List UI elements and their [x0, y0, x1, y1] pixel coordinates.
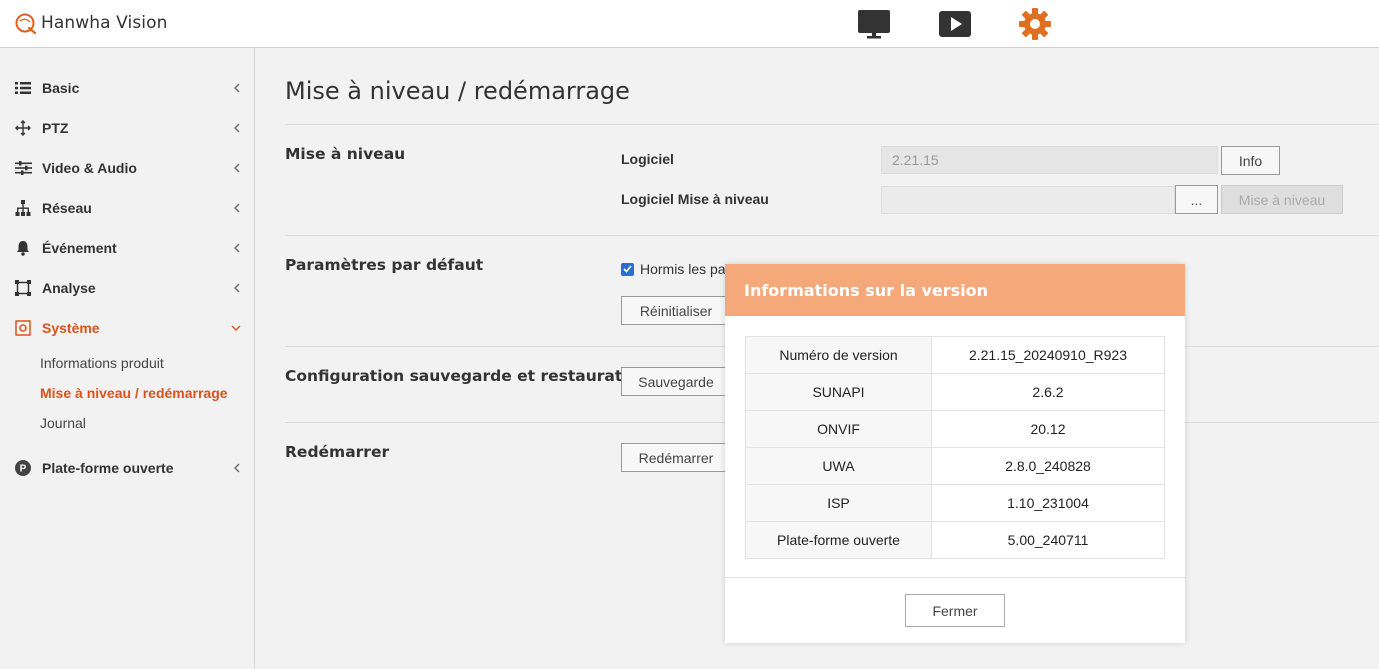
software-label: Logiciel	[621, 151, 674, 167]
chevron-left-icon	[230, 462, 242, 474]
svg-text:P: P	[20, 464, 27, 475]
playback-icon[interactable]	[937, 6, 973, 42]
version-key: Plate-forme ouverte	[745, 521, 932, 559]
restart-button[interactable]: Redémarrer	[621, 443, 731, 472]
system-icon	[14, 319, 32, 337]
browse-button[interactable]: ...	[1175, 185, 1218, 214]
brand-name: Hanwha Vision	[41, 13, 168, 33]
sidebar-item-label: Réseau	[42, 200, 92, 216]
version-key: Numéro de version	[745, 336, 932, 374]
table-row: SUNAPI 2.6.2	[745, 373, 1165, 411]
sidebar-item-event[interactable]: Événement	[0, 230, 254, 266]
sidebar-item-network[interactable]: Réseau	[0, 190, 254, 226]
sidebar-item-label: Événement	[42, 240, 117, 256]
divider	[285, 235, 1379, 236]
chevron-left-icon	[230, 82, 242, 94]
sidebar-item-label: Video & Audio	[42, 160, 137, 176]
chevron-left-icon	[230, 202, 242, 214]
software-upgrade-label: Logiciel Mise à niveau	[621, 191, 769, 207]
checkbox-checked-icon[interactable]	[621, 262, 634, 276]
version-table: Numéro de version 2.21.15_20240910_R923 …	[745, 336, 1165, 559]
version-value: 2.6.2	[931, 373, 1165, 411]
network-icon	[14, 199, 32, 217]
chevron-down-icon	[230, 322, 242, 334]
version-value: 1.10_231004	[931, 484, 1165, 522]
chevron-left-icon	[230, 242, 242, 254]
reset-button[interactable]: Réinitialiser	[621, 296, 731, 325]
hanwha-logo-icon	[14, 11, 38, 35]
version-key: ISP	[745, 484, 932, 522]
checkbox-label: Hormis les pa	[640, 261, 726, 277]
upgrade-button[interactable]: Mise à niveau	[1221, 185, 1343, 214]
version-value: 2.21.15_20240910_R923	[931, 336, 1165, 374]
sidebar-item-label: Basic	[42, 80, 80, 96]
sidebar-item-ptz[interactable]: PTZ	[0, 110, 254, 146]
version-key: SUNAPI	[745, 373, 932, 411]
chevron-left-icon	[230, 122, 242, 134]
platform-icon: P	[14, 459, 32, 477]
bell-icon	[14, 239, 32, 257]
divider	[285, 124, 1379, 125]
sidebar-item-open-platform[interactable]: P Plate-forme ouverte	[0, 450, 254, 486]
upgrade-file-field[interactable]	[881, 186, 1175, 214]
sidebar-item-video-audio[interactable]: Video & Audio	[0, 150, 254, 186]
dialog-footer-divider	[725, 577, 1185, 578]
subitem-product-info[interactable]: Informations produit	[40, 355, 164, 371]
sidebar-item-analysis[interactable]: Analyse	[0, 270, 254, 306]
section-title-defaults: Paramètres par défaut	[285, 256, 484, 274]
version-value: 20.12	[931, 410, 1165, 448]
chevron-left-icon	[230, 162, 242, 174]
sidebar-item-label: PTZ	[42, 120, 69, 136]
table-row: Numéro de version 2.21.15_20240910_R923	[745, 336, 1165, 374]
section-title-upgrade: Mise à niveau	[285, 145, 406, 163]
version-value: 5.00_240711	[931, 521, 1165, 559]
sidebar: Basic PTZ Video & Audio Réseau Événement	[0, 48, 255, 669]
version-key: UWA	[745, 447, 932, 485]
sliders-icon	[14, 159, 32, 177]
dialog-header: Informations sur la version	[725, 264, 1185, 316]
sidebar-item-system[interactable]: Système	[0, 310, 254, 346]
subitem-upgrade-restart[interactable]: Mise à niveau / redémarrage	[40, 385, 228, 401]
live-monitor-icon[interactable]	[856, 6, 892, 42]
version-key: ONVIF	[745, 410, 932, 448]
table-row: UWA 2.8.0_240828	[745, 447, 1165, 485]
backup-button[interactable]: Sauvegarde	[621, 367, 731, 396]
chevron-left-icon	[230, 282, 242, 294]
table-row: Plate-forme ouverte 5.00_240711	[745, 521, 1165, 559]
version-info-dialog: Informations sur la version Numéro de ve…	[725, 264, 1185, 643]
subitem-log[interactable]: Journal	[40, 415, 86, 431]
frame-icon	[14, 279, 32, 297]
dialog-title: Informations sur la version	[744, 280, 989, 300]
settings-gear-icon[interactable]	[1017, 6, 1053, 42]
section-title-restart: Redémarrer	[285, 443, 390, 461]
list-icon	[14, 79, 32, 97]
sidebar-item-basic[interactable]: Basic	[0, 70, 254, 106]
keep-settings-checkbox-row[interactable]: Hormis les pa	[621, 261, 726, 277]
software-version-field: 2.21.15	[881, 146, 1218, 174]
sidebar-item-label: Analyse	[42, 280, 96, 296]
sidebar-item-label: Système	[42, 320, 100, 336]
table-row: ISP 1.10_231004	[745, 484, 1165, 522]
page-title: Mise à niveau / redémarrage	[285, 77, 630, 105]
move-icon	[14, 119, 32, 137]
top-header: Hanwha Vision	[0, 0, 1379, 48]
version-value: 2.8.0_240828	[931, 447, 1165, 485]
sidebar-item-label: Plate-forme ouverte	[42, 460, 174, 476]
table-row: ONVIF 20.12	[745, 410, 1165, 448]
close-button[interactable]: Fermer	[905, 594, 1005, 627]
section-title-backup: Configuration sauvegarde et restauration	[285, 367, 650, 385]
info-button[interactable]: Info	[1221, 146, 1280, 175]
brand-logo[interactable]: Hanwha Vision	[14, 10, 168, 36]
